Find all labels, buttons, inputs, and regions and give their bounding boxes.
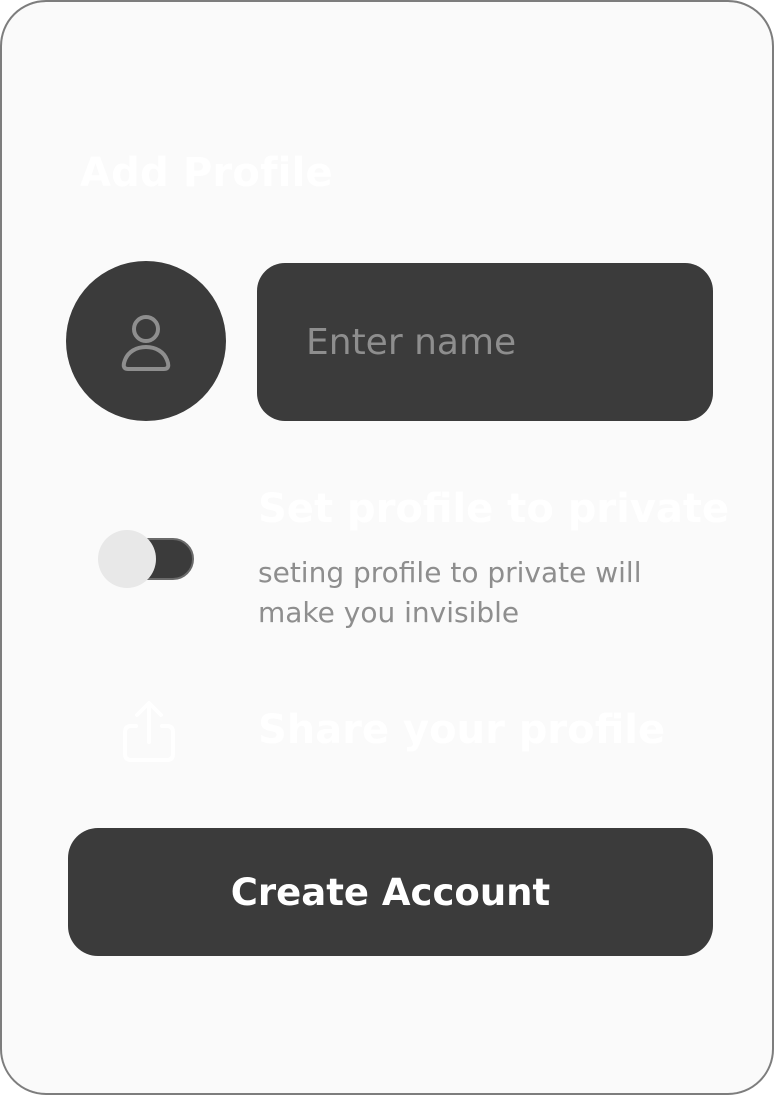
user-icon [121,315,171,371]
name-input[interactable] [257,263,713,421]
private-heading: Set profile to private [258,486,730,532]
share-upload-icon[interactable] [121,700,177,762]
create-account-button[interactable]: Create Account [68,828,713,956]
share-profile-label[interactable]: Share your profile [258,707,665,753]
avatar-button[interactable] [66,261,226,421]
page-title: Add Profile [80,150,333,196]
private-description: seting profile to private will make you … [258,556,642,629]
add-profile-card: Add Profile Set profile to private setin… [0,0,774,1095]
private-toggle[interactable] [98,530,198,588]
toggle-knob [98,530,156,588]
